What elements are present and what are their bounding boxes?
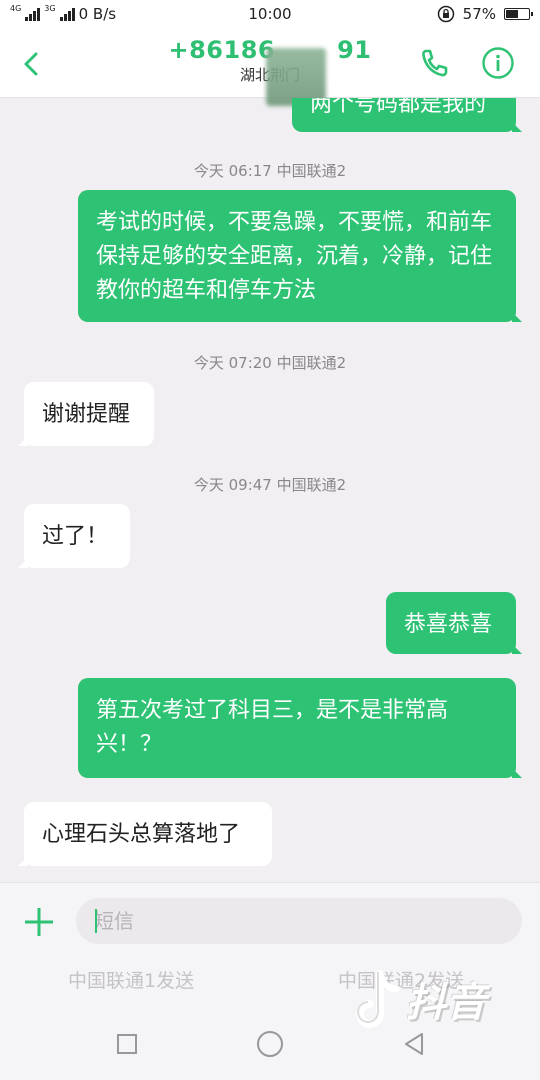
message-text: 心理石头总算落地了 [42,822,241,847]
message-input[interactable] [76,898,522,944]
message-timestamp: 今天 09:47 中国联通2 [193,476,347,494]
message-bubble-outgoing[interactable]: 考试的时候，不要急躁，不要慌，和前车保持足够的安全距离，沉着，冷静，记住教你的超… [78,190,522,322]
message-list[interactable]: 两个号码都是我的 今天 06:17 中国联通2 考试的时候，不要急躁，不要慌，和… [0,98,540,882]
message-text: 谢谢提醒 [42,402,131,427]
rotation-lock-icon [437,5,454,23]
message-bubble-incoming[interactable]: 过了！ [18,504,130,568]
message-timestamp: 今天 07:20 中国联通2 [193,354,347,372]
add-attachment-icon[interactable] [22,905,56,939]
recents-button[interactable] [117,1034,137,1054]
sms-conversation-screen: 4G 3G 0 B/s 10:00 57% +8618691 湖北荆门 [0,0,540,1080]
message-bubble-outgoing[interactable]: 第五次考过了科目三，是不是非常高兴！？ [78,678,522,778]
message-bubble-incoming[interactable]: 心理石头总算落地了 [18,802,272,866]
message-text: 第五次考过了科目三，是不是非常高兴！？ [96,698,449,757]
send-sim1-button[interactable]: 中国联通1发送 [68,966,194,993]
composer-bar [0,882,540,962]
contact-number-end: 91 [337,36,372,64]
message-text: 两个号码都是我的 [310,98,487,117]
message-text: 恭喜恭喜 [404,612,493,637]
conversation-header: +8618691 湖北荆门 [0,30,540,106]
contact-number-start: +86186 [168,36,276,64]
status-bar: 4G 3G 0 B/s 10:00 57% [0,0,540,30]
phone-call-icon[interactable] [418,46,450,80]
message-bubble-incoming[interactable]: 谢谢提醒 [18,382,154,446]
back-arrow-icon[interactable] [18,48,46,80]
battery-percent: 57% [462,5,496,23]
message-timestamp: 今天 06:17 中国联通2 [193,162,347,180]
battery-icon [504,8,533,20]
home-button[interactable] [257,1031,283,1057]
text-cursor [95,909,97,933]
message-text: 考试的时候，不要急躁，不要慌，和前车保持足够的安全距离，沉着，冷静，记住教你的超… [96,210,493,303]
info-icon[interactable] [481,46,515,80]
message-bubble-outgoing[interactable]: 恭喜恭喜 [386,592,522,654]
message-bubble-outgoing[interactable]: 两个号码都是我的 [292,98,522,132]
douyin-watermark: 抖音 [406,980,486,1026]
message-text: 过了！ [42,524,109,549]
status-right: 57% [437,5,533,23]
